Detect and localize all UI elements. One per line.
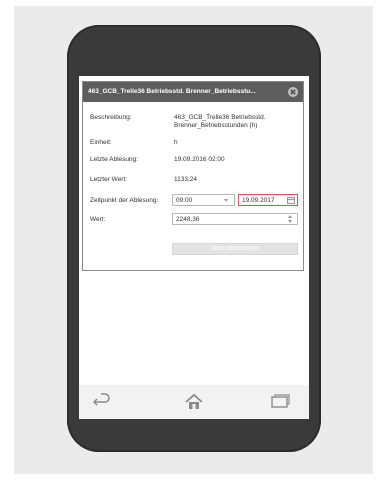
dialog-title: 463_GCB_Trelle36 Betriebsstd. Brenner_Be… [88,88,256,95]
letzter-wert-value: 1133,24 [174,176,198,183]
value-text: 2248,36 [176,216,200,223]
beschreibung-label: Beschreibung: [90,114,132,121]
date-value: 19.09.2017 [242,197,275,204]
home-icon[interactable] [183,393,205,411]
letzte-ablesung-value: 19.09.2016 02:00 [174,156,225,163]
android-nav-bar [79,385,309,419]
back-icon[interactable] [91,393,113,411]
calendar-icon[interactable] [287,197,295,204]
spinner-icon[interactable] [288,215,293,223]
date-input[interactable]: 19.09.2017 [238,194,298,206]
dialog-header: 463_GCB_Trelle36 Betriebsstd. Brenner_Be… [83,82,303,102]
einheit-value: h [174,139,178,146]
time-select[interactable]: 09:00 [172,194,235,206]
meter-reading-dialog: 463_GCB_Trelle36 Betriebsstd. Brenner_Be… [82,81,304,271]
wert-label: Wert: [90,216,106,223]
close-icon[interactable] [288,87,298,97]
recent-apps-icon[interactable] [269,393,291,411]
value-input[interactable]: 2248,36 [172,213,298,225]
submit-value-button[interactable]: Wert übernehmen [172,243,298,255]
letzte-ablesung-label: Letzte Ablesung: [90,156,139,163]
zeitpunkt-label: Zeitpunkt der Ablesung: [90,197,159,204]
letzter-wert-label: Letzter Wert: [90,176,128,183]
chevron-down-icon [224,199,228,202]
time-value: 09:00 [176,197,193,204]
einheit-label: Einheit: [90,139,112,146]
beschreibung-value-line2: Brenner_Betriebsstunden (h) [174,122,258,129]
